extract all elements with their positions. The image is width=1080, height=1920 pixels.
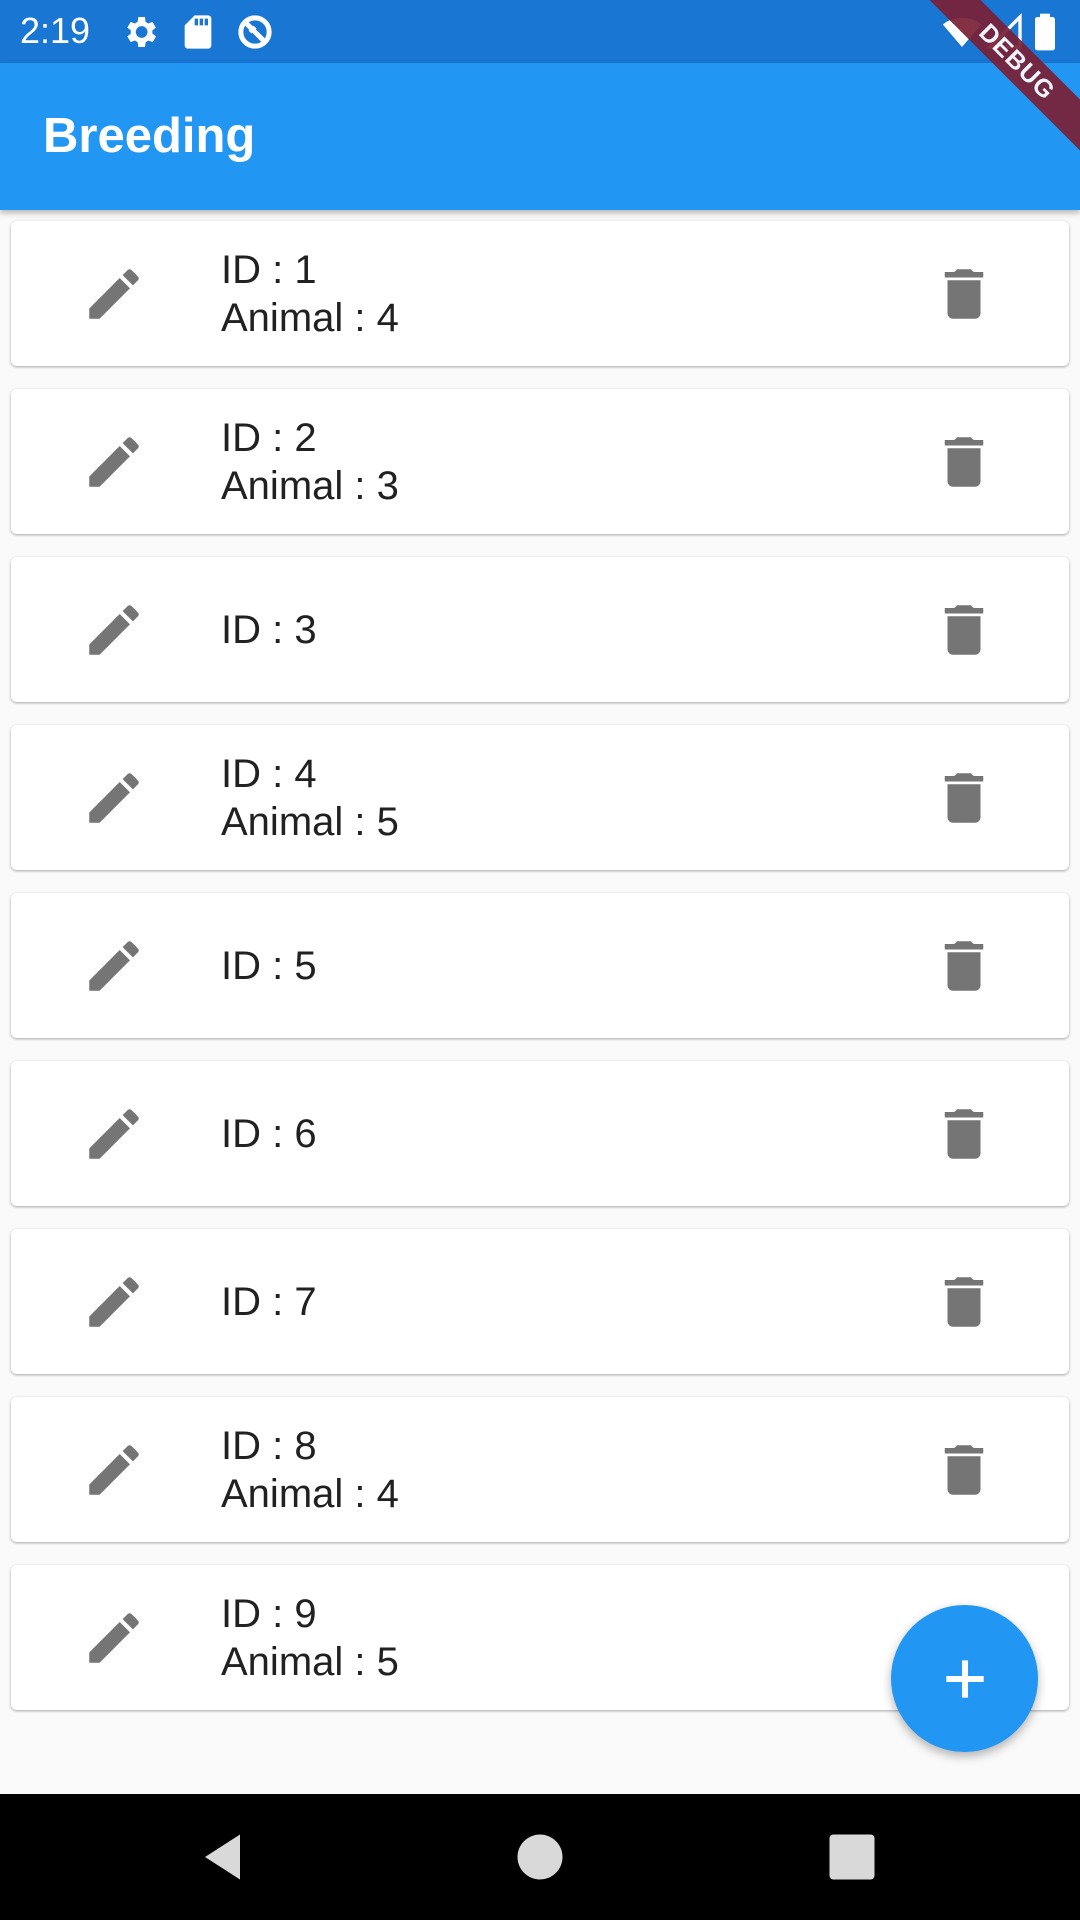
item-text: ID : 2 Animal : 3 xyxy=(221,389,399,534)
settings-icon xyxy=(120,12,160,52)
delete-icon[interactable] xyxy=(931,765,997,831)
item-text: ID : 1 Animal : 4 xyxy=(221,221,399,366)
edit-icon[interactable] xyxy=(81,1437,147,1503)
back-icon[interactable] xyxy=(195,1827,255,1887)
edit-icon[interactable] xyxy=(81,261,147,327)
item-text: ID : 9 Animal : 5 xyxy=(221,1565,399,1710)
item-id: ID : 8 xyxy=(221,1423,317,1468)
edit-icon[interactable] xyxy=(81,1269,147,1335)
home-icon[interactable] xyxy=(510,1827,570,1887)
list-item[interactable]: ID : 2 Animal : 3 xyxy=(11,389,1069,534)
list-item[interactable]: ID : 5 xyxy=(11,893,1069,1038)
item-id: ID : 9 xyxy=(221,1591,317,1636)
list-item[interactable]: ID : 8 Animal : 4 xyxy=(11,1397,1069,1542)
item-id: ID : 3 xyxy=(221,607,317,652)
delete-icon[interactable] xyxy=(931,597,997,663)
delete-icon[interactable] xyxy=(931,429,997,495)
item-animal: Animal : 5 xyxy=(221,1639,399,1684)
item-text: ID : 8 Animal : 4 xyxy=(221,1397,399,1542)
list-item[interactable]: ID : 7 xyxy=(11,1229,1069,1374)
status-bar: 2:19 xyxy=(0,0,1080,63)
item-text: ID : 3 xyxy=(221,557,317,702)
navigation-bar xyxy=(0,1794,1080,1920)
edit-icon[interactable] xyxy=(81,933,147,999)
edit-icon[interactable] xyxy=(81,1605,147,1671)
edit-icon[interactable] xyxy=(81,765,147,831)
item-text: ID : 5 xyxy=(221,893,317,1038)
list-item[interactable]: ID : 3 xyxy=(11,557,1069,702)
item-id: ID : 6 xyxy=(221,1111,317,1156)
item-animal: Animal : 5 xyxy=(221,799,399,844)
item-text: ID : 6 xyxy=(221,1061,317,1206)
delete-icon[interactable] xyxy=(931,1269,997,1335)
delete-icon[interactable] xyxy=(931,1101,997,1167)
add-icon xyxy=(937,1651,993,1707)
item-animal: Animal : 4 xyxy=(221,295,399,340)
item-id: ID : 1 xyxy=(221,247,317,292)
item-text: ID : 7 xyxy=(221,1229,317,1374)
sync-blocked-icon xyxy=(235,12,275,52)
list-item[interactable]: ID : 4 Animal : 5 xyxy=(11,725,1069,870)
sd-card-icon xyxy=(178,12,218,52)
edit-icon[interactable] xyxy=(81,1101,147,1167)
item-id: ID : 7 xyxy=(221,1279,317,1324)
battery-icon xyxy=(1030,12,1060,52)
recents-icon[interactable] xyxy=(822,1827,882,1887)
item-text: ID : 4 Animal : 5 xyxy=(221,725,399,870)
app-bar: Breeding xyxy=(0,63,1080,210)
status-time: 2:19 xyxy=(20,10,91,51)
item-id: ID : 5 xyxy=(221,943,317,988)
list-item[interactable]: ID : 1 Animal : 4 xyxy=(11,221,1069,366)
item-animal: Animal : 4 xyxy=(221,1471,399,1516)
delete-icon[interactable] xyxy=(931,933,997,999)
edit-icon[interactable] xyxy=(81,429,147,495)
item-id: ID : 2 xyxy=(221,415,317,460)
item-animal: Animal : 3 xyxy=(221,463,399,508)
edit-icon[interactable] xyxy=(81,597,147,663)
page-title: Breeding xyxy=(43,109,256,163)
item-id: ID : 4 xyxy=(221,751,317,796)
delete-icon[interactable] xyxy=(931,261,997,327)
add-button[interactable] xyxy=(891,1605,1038,1752)
list-item[interactable]: ID : 6 xyxy=(11,1061,1069,1206)
delete-icon[interactable] xyxy=(931,1437,997,1503)
